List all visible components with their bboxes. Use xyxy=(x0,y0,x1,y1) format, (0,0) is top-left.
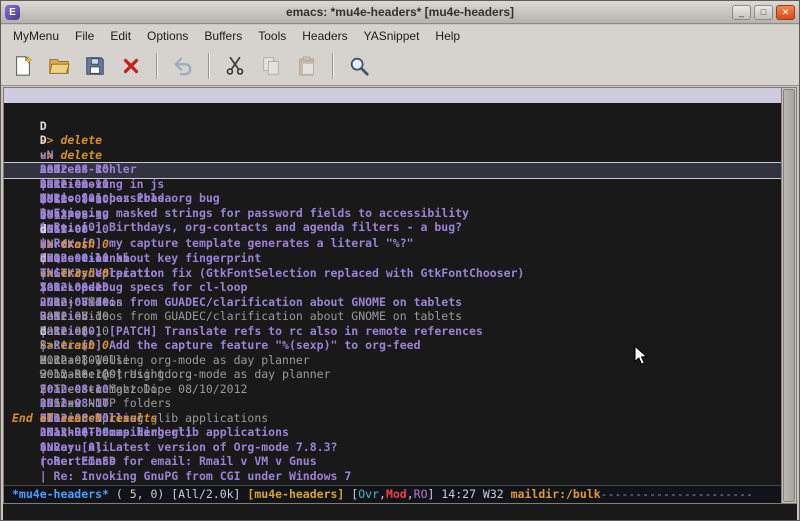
message-subject: | Re: Invoking GnuPG from CGI under Wind… xyxy=(40,469,352,484)
open-file-icon xyxy=(48,55,70,77)
cut-icon xyxy=(224,55,246,77)
message-row[interactable]: D -> delete uaN Bastien | Re: [0] possib… xyxy=(4,119,781,134)
modeline-modified-flag: Mod xyxy=(386,487,407,501)
modeline-dashes: ---------------------- xyxy=(601,487,753,501)
modeline-position: ( 5, 0) xyxy=(109,487,171,501)
message-flags: uN xyxy=(40,440,75,455)
message-mark: d xyxy=(40,251,54,266)
echo-area[interactable] xyxy=(3,504,797,520)
message-mark: d xyxy=(40,222,54,237)
mouse-cursor xyxy=(633,345,648,371)
undo-icon xyxy=(172,55,194,77)
modeline-buffer-name: *mu4e-headers* xyxy=(12,487,109,501)
headers-header-line: ▼ Date Flgs From/To Subject xyxy=(4,88,781,103)
end-of-results-text: End of search results xyxy=(4,411,781,426)
copy-button[interactable] xyxy=(255,51,287,81)
menu-headers[interactable]: Headers xyxy=(294,26,355,46)
menu-options[interactable]: Options xyxy=(139,26,196,46)
message-row[interactable]: D -> delete uN Andreas Röhler | Re: movi… xyxy=(4,104,781,119)
modeline-comma: , xyxy=(407,487,414,501)
emacs-frame: E emacs: *mu4e-headers* [mu4e-headers] _… xyxy=(0,0,800,521)
menu-mymenu[interactable]: MyMenu xyxy=(5,26,67,46)
maximize-button[interactable]: □ xyxy=(754,5,773,20)
modeline-major-mode: [mu4e-headers] xyxy=(247,487,351,501)
search-icon xyxy=(348,55,370,77)
undo-button[interactable] xyxy=(167,51,199,81)
work-area: ▼ Date Flgs From/To Subject D -> delete … xyxy=(3,87,797,504)
cut-button[interactable] xyxy=(219,51,251,81)
close-buffer-button[interactable] xyxy=(115,51,147,81)
vertical-scrollbar[interactable] xyxy=(781,88,796,503)
menu-yasnippet[interactable]: YASnippet xyxy=(356,26,428,46)
message-date: 2012-08-09 xyxy=(40,425,123,440)
mode-line: *mu4e-headers* ( 5, 0) [All/2.0k] [mu4e-… xyxy=(4,485,781,503)
menu-bar: MyMenu File Edit Options Buffers Tools H… xyxy=(1,25,799,47)
message-mark: D xyxy=(40,119,54,134)
message-from: robertcInSD xyxy=(40,454,192,469)
modeline-time: 14:27 xyxy=(441,487,483,501)
modeline-maildir: maildir:/bulk xyxy=(511,487,601,501)
menu-buffers[interactable]: Buffers xyxy=(196,26,250,46)
open-file-button[interactable] xyxy=(43,51,75,81)
copy-icon xyxy=(260,55,282,77)
modeline-window-id: W32 xyxy=(483,487,511,501)
mu4e-headers-window: ▼ Date Flgs From/To Subject D -> delete … xyxy=(4,88,781,503)
message-mark: d xyxy=(40,324,54,339)
modeline-bracket: ] xyxy=(428,487,442,501)
new-file-icon xyxy=(12,55,34,77)
menu-file[interactable]: File xyxy=(67,26,102,46)
new-file-button[interactable] xyxy=(7,51,39,81)
search-button[interactable] xyxy=(343,51,375,81)
window-title: emacs: *mu4e-headers* [mu4e-headers] xyxy=(1,5,799,19)
close-button[interactable]: ✕ xyxy=(776,5,795,20)
menu-help[interactable]: Help xyxy=(427,26,468,46)
scrollbar-thumb[interactable] xyxy=(783,89,795,502)
modeline-size: [All/2.0k] xyxy=(171,487,247,501)
toolbar-separator xyxy=(156,53,158,79)
modeline-overwrite-flag: Ovr xyxy=(358,487,379,501)
close-buffer-icon xyxy=(120,55,142,77)
toolbar-separator xyxy=(208,53,210,79)
modeline-readonly-flag: RO xyxy=(414,487,428,501)
save-icon xyxy=(84,55,106,77)
save-button[interactable] xyxy=(79,51,111,81)
paste-icon xyxy=(296,55,318,77)
paste-button[interactable] xyxy=(291,51,323,81)
message-list: D -> delete uN Andreas Röhler | Re: movi… xyxy=(4,103,781,485)
message-mark: D xyxy=(40,133,54,148)
menu-tools[interactable]: Tools xyxy=(250,26,294,46)
title-bar: E emacs: *mu4e-headers* [mu4e-headers] _… xyxy=(1,1,799,24)
menu-edit[interactable]: Edit xyxy=(102,26,139,46)
minimize-button[interactable]: _ xyxy=(732,5,751,20)
toolbar-separator xyxy=(332,53,334,79)
tool-bar xyxy=(1,47,799,86)
modeline-comma: , xyxy=(379,487,386,501)
